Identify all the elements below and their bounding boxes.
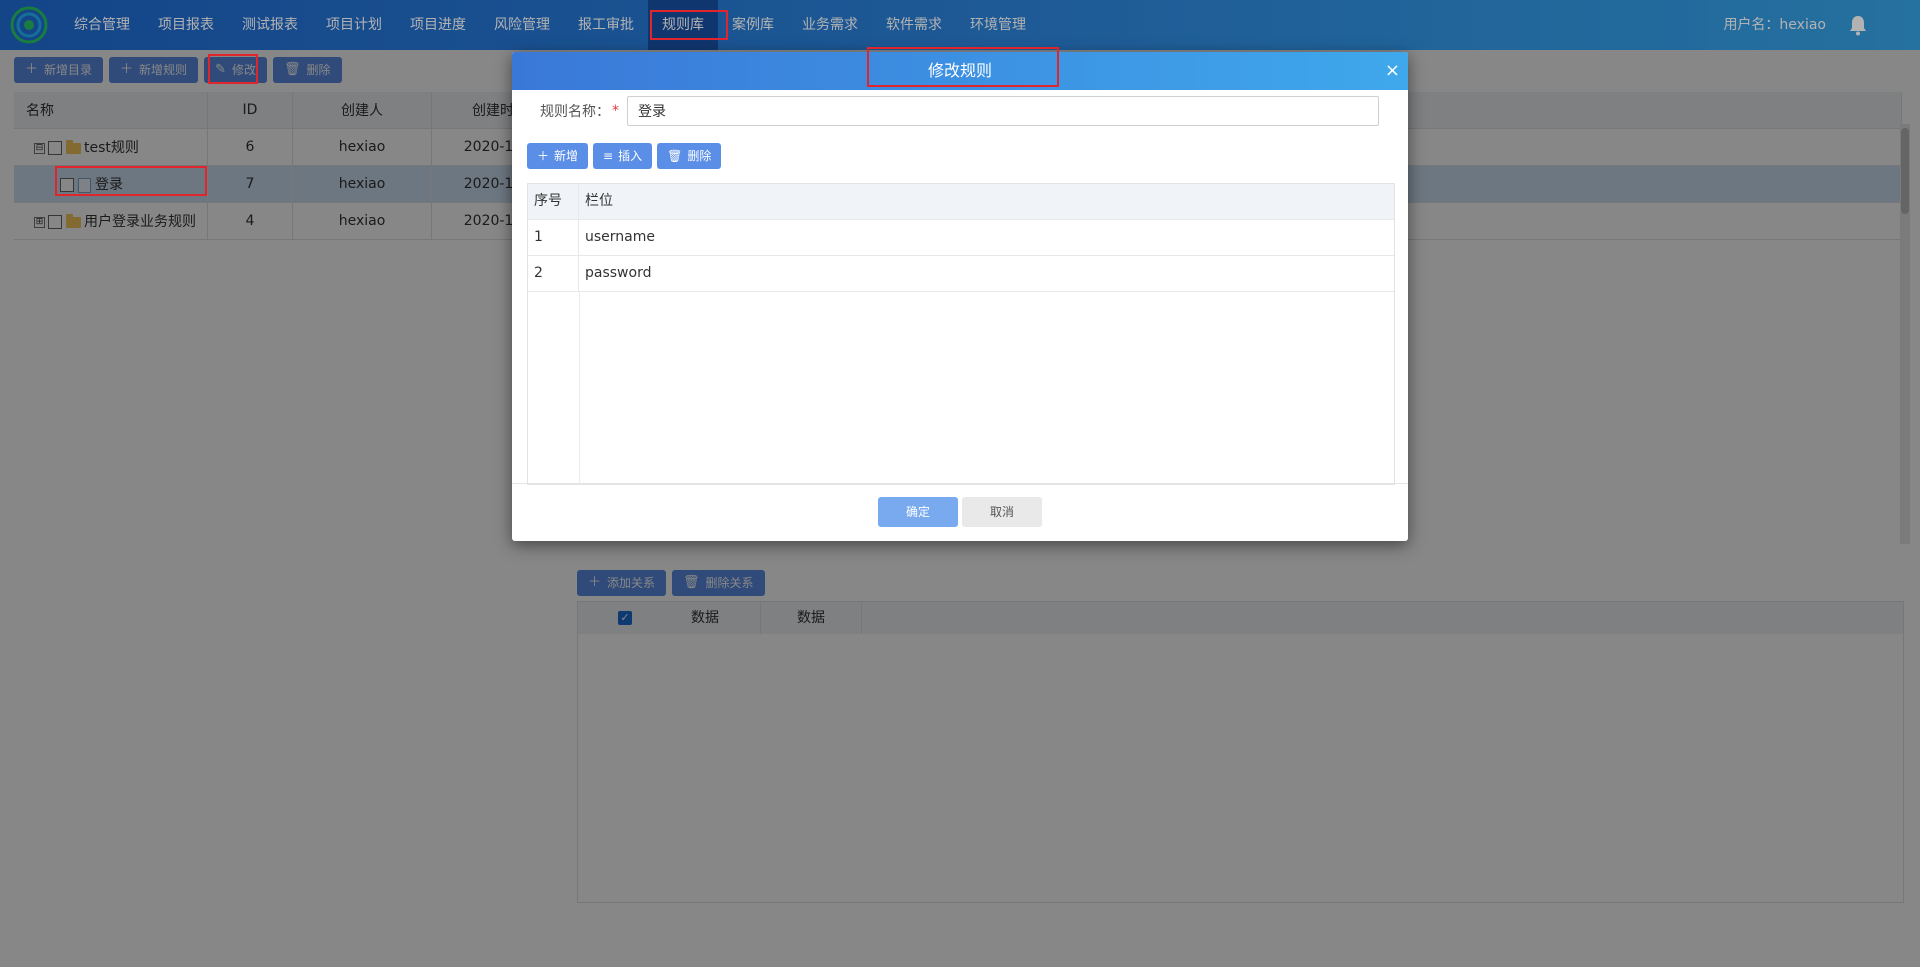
column-header-seq[interactable]: 序号 [528, 184, 579, 219]
confirm-button[interactable]: 确定 [878, 497, 958, 527]
dialog-add-label: 新增 [554, 149, 579, 163]
dialog-title-bar[interactable]: 修改规则 × [512, 52, 1408, 90]
modal-backdrop-header [0, 0, 1920, 50]
dialog-delete-label: 删除 [687, 149, 712, 163]
edit-rule-dialog: 修改规则 × 规则名称： * ＋ 新增 ≡ 插入 🗑 删除 序号 栏位 1 us… [512, 52, 1408, 541]
close-icon[interactable]: × [1385, 52, 1400, 90]
required-mark: * [612, 103, 619, 119]
dialog-title: 修改规则 [927, 61, 992, 80]
cell-seq: 1 [528, 220, 579, 255]
dialog-toolbar: ＋ 新增 ≡ 插入 🗑 删除 [527, 143, 722, 169]
rule-name-row: 规则名称： * [540, 96, 1379, 126]
insert-row-icon: ≡ [603, 149, 614, 163]
dialog-add-button[interactable]: ＋ 新增 [527, 143, 589, 169]
column-header-field[interactable]: 栏位 [579, 184, 1394, 219]
grid-column-divider [579, 292, 580, 484]
field-grid-header: 序号 栏位 [528, 184, 1394, 220]
dialog-insert-label: 插入 [618, 149, 643, 163]
field-grid: 序号 栏位 1 username 2 password [527, 183, 1395, 485]
rule-name-input[interactable] [627, 96, 1379, 126]
table-row[interactable]: 1 username [528, 220, 1394, 256]
rule-name-label: 规则名称： [540, 104, 610, 120]
trash-icon: 🗑 [667, 149, 683, 163]
dialog-delete-button[interactable]: 🗑 删除 [657, 143, 722, 169]
dialog-footer-divider [512, 483, 1408, 484]
dialog-insert-button[interactable]: ≡ 插入 [593, 143, 653, 169]
table-row[interactable]: 2 password [528, 256, 1394, 292]
cell-seq: 2 [528, 256, 579, 291]
cell-field[interactable]: password [579, 256, 1394, 291]
cancel-button[interactable]: 取消 [962, 497, 1042, 527]
plus-icon: ＋ [537, 149, 550, 163]
cell-field[interactable]: username [579, 220, 1394, 255]
